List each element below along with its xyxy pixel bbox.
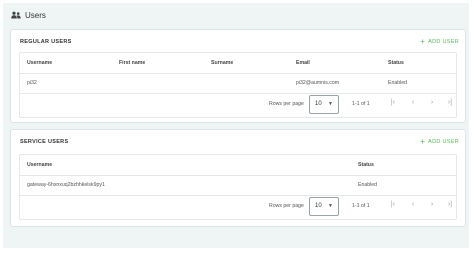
add-service-user-label: ADD USER	[428, 139, 459, 145]
next-page-icon[interactable]: ›	[428, 99, 436, 107]
rows-per-page-select[interactable]: 10 ▼	[309, 95, 339, 114]
add-service-user-button[interactable]: + ADD USER	[420, 137, 459, 146]
page-header: Users	[11, 8, 46, 22]
table-pagination: Rows per page 10 ▼ 1-1 of 1 |‹ ‹ › ›|	[20, 195, 456, 218]
service-users-table: Username Status gateway-6hxnxuq2bzhhkels…	[19, 154, 457, 220]
plus-icon: +	[420, 37, 426, 46]
first-page-icon[interactable]: |‹	[389, 99, 397, 107]
column-header-first-name[interactable]: First name	[119, 53, 145, 73]
regular-users-table: Username First name Surname Email Status…	[19, 52, 457, 118]
regular-users-card: REGULAR USERS + ADD USER Username First …	[10, 29, 466, 123]
next-page-icon[interactable]: ›	[428, 201, 436, 209]
rows-per-page-select[interactable]: 10 ▼	[309, 197, 339, 216]
rows-per-page-value: 10	[315, 101, 322, 107]
column-header-status[interactable]: Status	[388, 53, 404, 73]
caret-down-icon: ▼	[328, 101, 333, 107]
plus-icon: +	[420, 137, 426, 146]
users-page: Users REGULAR USERS + ADD USER Username …	[3, 3, 469, 248]
cell-username: pi32	[27, 80, 37, 86]
pagination-range: 1-1 of 1	[352, 101, 370, 107]
column-header-status[interactable]: Status	[358, 155, 374, 175]
rows-per-page-value: 10	[315, 203, 322, 209]
caret-down-icon: ▼	[328, 203, 333, 209]
cell-status: Enabled	[388, 80, 408, 86]
cell-username: gateway-6hxnxuq2bzhhkelsk9py1	[27, 182, 105, 188]
last-page-icon[interactable]: ›|	[446, 99, 454, 107]
pagination-range: 1-1 of 1	[352, 203, 370, 209]
page-title: Users	[25, 10, 46, 20]
column-header-username[interactable]: Username	[27, 155, 52, 175]
rows-per-page-label: Rows per page	[269, 203, 304, 209]
service-users-header: SERVICE USERS + ADD USER	[20, 137, 459, 147]
add-regular-user-label: ADD USER	[428, 39, 459, 45]
previous-page-icon[interactable]: ‹	[409, 201, 417, 209]
regular-users-header: REGULAR USERS + ADD USER	[20, 37, 459, 47]
first-page-icon[interactable]: |‹	[389, 201, 397, 209]
previous-page-icon[interactable]: ‹	[409, 99, 417, 107]
service-users-card: SERVICE USERS + ADD USER Username Status…	[10, 129, 466, 227]
regular-users-title: REGULAR USERS	[20, 39, 72, 45]
table-header-row: Username First name Surname Email Status	[20, 53, 456, 74]
rows-per-page-label: Rows per page	[269, 101, 304, 107]
bottom-strip	[3, 248, 469, 253]
add-regular-user-button[interactable]: + ADD USER	[420, 37, 459, 46]
table-pagination: Rows per page 10 ▼ 1-1 of 1 |‹ ‹ › ›|	[20, 93, 456, 116]
table-header-row: Username Status	[20, 155, 456, 176]
column-header-email[interactable]: Email	[296, 53, 310, 73]
cell-status: Enabled	[358, 182, 378, 188]
table-row[interactable]: pi32 pi32@aumnis.com Enabled	[20, 73, 456, 94]
service-users-title: SERVICE USERS	[20, 139, 69, 145]
users-icon	[11, 11, 21, 19]
table-row[interactable]: gateway-6hxnxuq2bzhhkelsk9py1 Enabled	[20, 175, 456, 196]
cell-email: pi32@aumnis.com	[296, 80, 340, 86]
column-header-surname[interactable]: Surname	[211, 53, 233, 73]
column-header-username[interactable]: Username	[27, 53, 52, 73]
last-page-icon[interactable]: ›|	[446, 201, 454, 209]
